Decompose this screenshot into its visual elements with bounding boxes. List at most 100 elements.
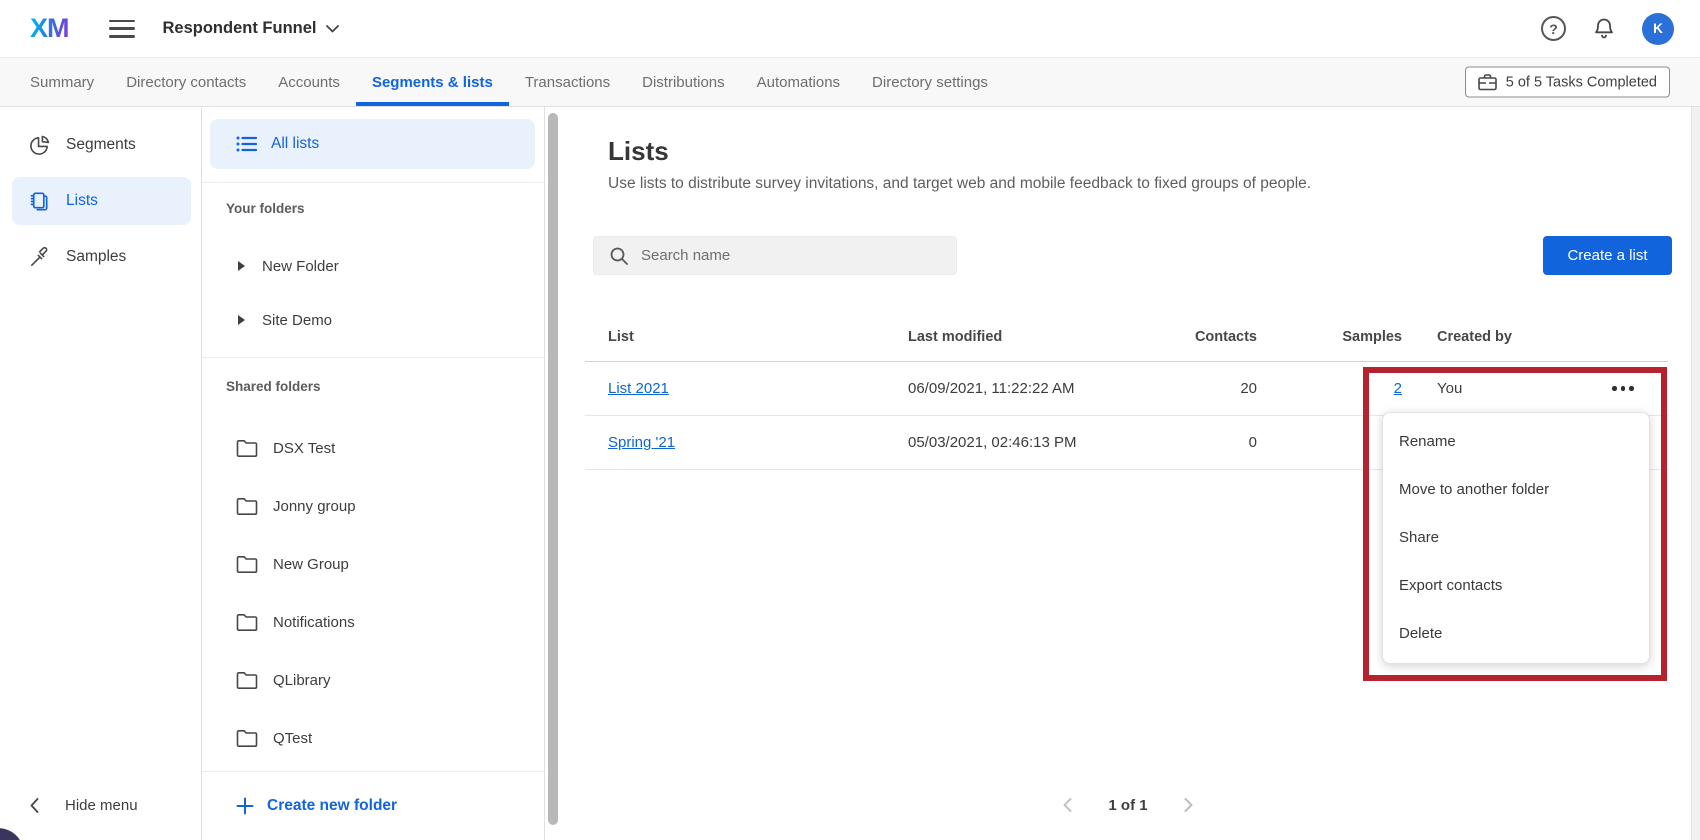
- col-header-contacts[interactable]: Contacts: [1178, 329, 1257, 345]
- help-icon[interactable]: ?: [1541, 16, 1566, 41]
- shared-folders-label: Shared folders: [226, 379, 321, 394]
- tasks-completed-badge[interactable]: 5 of 5 Tasks Completed: [1465, 67, 1670, 98]
- menu-item-share[interactable]: Share: [1383, 513, 1649, 561]
- row-actions-menu-icon[interactable]: [1606, 380, 1640, 397]
- col-header-list[interactable]: List: [585, 329, 908, 345]
- folder-label: New Group: [273, 556, 349, 573]
- search-icon: [609, 246, 629, 266]
- samples-link[interactable]: 2: [1394, 380, 1402, 397]
- divider: [202, 182, 545, 183]
- tab-directory-contacts[interactable]: Directory contacts: [110, 58, 262, 106]
- menu-item-export-contacts[interactable]: Export contacts: [1383, 561, 1649, 609]
- folder-label: Site Demo: [262, 312, 332, 329]
- chevron-down-icon: [326, 25, 339, 33]
- chevron-left-icon: [30, 798, 39, 813]
- samples-dropper-icon: [28, 246, 51, 269]
- last-modified-value: 06/09/2021, 11:22:22 AM: [908, 380, 1178, 397]
- col-header-samples[interactable]: Samples: [1257, 329, 1402, 345]
- sidebar-item-lists[interactable]: Lists: [12, 177, 191, 225]
- create-list-button[interactable]: Create a list: [1543, 236, 1672, 275]
- folder-icon: [236, 729, 258, 747]
- topbar-actions: ? K: [1541, 13, 1700, 45]
- feedback-widget-corner[interactable]: [0, 828, 24, 840]
- hamburger-menu-icon[interactable]: [109, 20, 135, 38]
- sidebar-item-label: Segments: [66, 136, 136, 154]
- previous-page-button[interactable]: [1063, 798, 1072, 812]
- user-avatar[interactable]: K: [1642, 13, 1674, 45]
- workspace-name: Respondent Funnel: [163, 19, 317, 38]
- menu-item-rename[interactable]: Rename: [1383, 417, 1649, 465]
- page-indicator: 1 of 1: [1108, 797, 1147, 814]
- menu-item-move-to-folder[interactable]: Move to another folder: [1383, 465, 1649, 513]
- all-lists-item[interactable]: All lists: [210, 119, 535, 169]
- page-title: Lists: [608, 135, 669, 167]
- chevron-right-icon: [1184, 798, 1193, 812]
- tab-segments-lists[interactable]: Segments & lists: [356, 58, 509, 106]
- tab-directory-settings[interactable]: Directory settings: [856, 58, 1004, 106]
- notifications-bell-icon[interactable]: [1592, 16, 1616, 42]
- shared-folder-qlibrary[interactable]: QLibrary: [202, 651, 545, 709]
- contacts-value: 20: [1178, 380, 1257, 397]
- folders-panel-scrollbar[interactable]: [548, 113, 558, 825]
- folder-icon: [236, 497, 258, 515]
- menu-item-delete[interactable]: Delete: [1383, 609, 1649, 657]
- hide-menu-button[interactable]: Hide menu: [30, 797, 138, 814]
- tab-accounts[interactable]: Accounts: [262, 58, 356, 106]
- tasks-completed-label: 5 of 5 Tasks Completed: [1506, 74, 1657, 90]
- pagination: 1 of 1: [565, 783, 1691, 827]
- your-folders-label: Your folders: [226, 201, 305, 216]
- create-new-folder-button[interactable]: Create new folder: [202, 783, 545, 829]
- top-bar: XM Respondent Funnel ? K: [0, 0, 1700, 58]
- list-link[interactable]: Spring '21: [608, 434, 675, 451]
- list-link[interactable]: List 2021: [608, 380, 669, 397]
- folder-label: New Folder: [262, 258, 339, 275]
- shared-folder-notifications[interactable]: Notifications: [202, 593, 545, 651]
- folder-icon: [236, 555, 258, 573]
- sidebar-item-label: Samples: [66, 248, 126, 266]
- xm-logo: XM: [30, 13, 69, 44]
- row-context-menu: Rename Move to another folder Share Expo…: [1382, 412, 1650, 664]
- folder-label: QLibrary: [273, 672, 331, 689]
- sidebar-item-samples[interactable]: Samples: [12, 233, 191, 281]
- col-header-created-by[interactable]: Created by: [1402, 329, 1578, 345]
- all-lists-icon: [236, 135, 257, 153]
- tab-distributions[interactable]: Distributions: [626, 58, 741, 106]
- tab-summary[interactable]: Summary: [14, 58, 110, 106]
- directory-tab-bar: Summary Directory contacts Accounts Segm…: [0, 58, 1700, 107]
- create-folder-label: Create new folder: [267, 797, 397, 815]
- last-modified-value: 05/03/2021, 02:46:13 PM: [908, 434, 1178, 451]
- workspace-switcher[interactable]: Respondent Funnel: [163, 19, 339, 38]
- folder-icon: [236, 671, 258, 689]
- sidebar-item-segments[interactable]: Segments: [12, 121, 191, 169]
- folder-label: Jonny group: [273, 498, 356, 515]
- col-header-last-modified[interactable]: Last modified: [908, 329, 1178, 345]
- created-by-value: You: [1402, 380, 1578, 397]
- shared-folder-qtest[interactable]: QTest: [202, 709, 545, 767]
- page-scrollbar-track[interactable]: [1691, 107, 1700, 840]
- folder-new-folder[interactable]: New Folder: [202, 239, 545, 293]
- folder-label: Notifications: [273, 614, 355, 631]
- search-box: [593, 236, 957, 275]
- briefcase-icon: [1478, 74, 1497, 91]
- search-input[interactable]: [641, 247, 941, 264]
- shared-folder-jonny-group[interactable]: Jonny group: [202, 477, 545, 535]
- folder-label: DSX Test: [273, 440, 335, 457]
- plus-icon: [236, 797, 254, 815]
- segments-pie-icon: [28, 134, 51, 157]
- chevron-left-icon: [1063, 798, 1072, 812]
- contacts-value: 0: [1178, 434, 1257, 451]
- tab-automations[interactable]: Automations: [741, 58, 856, 106]
- folder-site-demo[interactable]: Site Demo: [202, 293, 545, 347]
- left-sidebar: Segments Lists Samples Hide menu: [0, 107, 202, 840]
- sidebar-item-label: Lists: [66, 192, 98, 210]
- table-header-row: List Last modified Contacts Samples Crea…: [585, 312, 1668, 362]
- shared-folder-dsx-test[interactable]: DSX Test: [202, 419, 545, 477]
- divider: [202, 771, 545, 772]
- tab-transactions[interactable]: Transactions: [509, 58, 626, 106]
- shared-folder-new-group[interactable]: New Group: [202, 535, 545, 593]
- folder-label: QTest: [273, 730, 312, 747]
- next-page-button[interactable]: [1184, 798, 1193, 812]
- caret-right-icon[interactable]: [238, 315, 245, 325]
- caret-right-icon[interactable]: [238, 261, 245, 271]
- all-lists-label: All lists: [271, 135, 319, 153]
